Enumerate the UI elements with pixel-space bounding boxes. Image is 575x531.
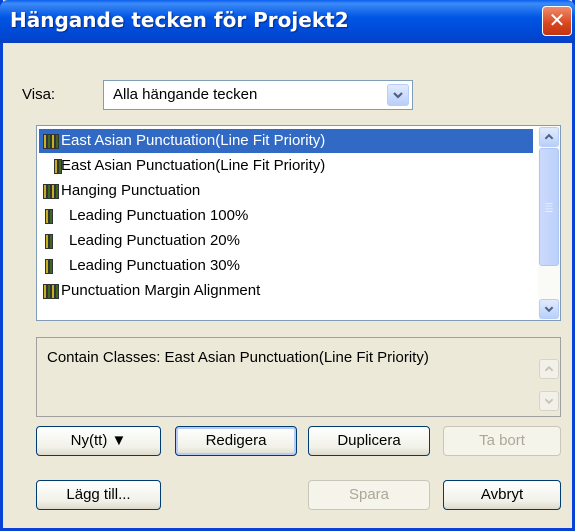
append-button[interactable]: Lägg till... [36,480,161,510]
list-item-label: Punctuation Margin Alignment [61,282,261,299]
chevron-down-icon[interactable] [387,84,409,106]
punctuation-class-icon [45,258,53,274]
list-item[interactable]: Leading Punctuation 20% [39,229,533,253]
list-scrollbar[interactable] [538,126,560,320]
list-item[interactable]: Hanging Punctuation [39,179,533,203]
list-item-label: Leading Punctuation 30% [69,257,240,274]
list-item-label: Hanging Punctuation [61,182,201,199]
list-item-label: East Asian Punctuation(Line Fit Priority… [61,157,326,174]
list-item[interactable]: Leading Punctuation 100% [39,204,533,228]
delete-button[interactable]: Ta bort [443,426,561,456]
list-item-label: Leading Punctuation 20% [69,232,240,249]
cancel-button[interactable]: Avbryt [443,480,561,510]
list-item[interactable]: Leading Punctuation 30% [39,254,533,278]
title-bar[interactable]: Hängande tecken för Projekt2 ✕ [0,0,575,43]
scroll-thumb[interactable] [539,148,559,266]
edit-button[interactable]: Redigera [175,426,297,456]
list-item-label: Leading Punctuation 100% [69,207,249,224]
save-button[interactable]: Spara [308,480,430,510]
punctuation-class-icon [45,233,53,249]
punctuation-set-icon [43,183,59,199]
punctuation-class-icon [45,208,53,224]
scroll-down-icon[interactable] [539,299,559,319]
new-button[interactable]: Ny(tt) ▼ [36,426,161,456]
filter-label: Visa: [22,86,56,103]
filter-dropdown-value: Alla hängande tecken [113,86,258,103]
list-item-label: East Asian Punctuation(Line Fit Priority… [61,132,326,149]
description-box: Contain Classes: East Asian Punctuation(… [36,337,561,417]
close-button[interactable]: ✕ [542,6,572,36]
list-item[interactable]: East Asian Punctuation(Line Fit Priority… [39,129,533,153]
duplicate-button[interactable]: Duplicera [308,426,430,456]
window-title: Hängande tecken för Projekt2 [10,8,349,32]
scroll-up-icon [539,359,559,379]
filter-dropdown[interactable]: Alla hängande tecken [103,80,413,110]
scroll-down-icon [539,391,559,411]
dialog-window: Hängande tecken för Projekt2 ✕ Visa: All… [0,0,575,531]
scroll-up-icon[interactable] [539,127,559,147]
list-item[interactable]: Punctuation Margin Alignment [39,279,533,303]
hanging-sets-list[interactable]: East Asian Punctuation(Line Fit Priority… [36,125,561,321]
list-item[interactable]: East Asian Punctuation(Line Fit Priority… [39,154,533,178]
description-text: Contain Classes: East Asian Punctuation(… [47,349,429,366]
punctuation-set-icon [43,283,59,299]
punctuation-set-icon [43,133,59,149]
description-scrollbar [539,339,559,415]
